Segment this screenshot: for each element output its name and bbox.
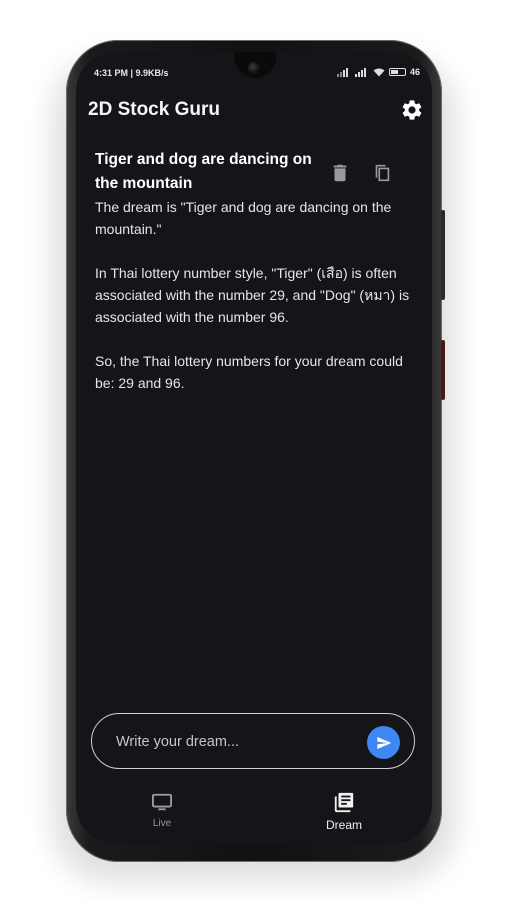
nav-item-dream[interactable]: Dream <box>294 790 394 832</box>
interpretation-paragraph: So, the Thai lottery numbers for your dr… <box>95 353 407 391</box>
card-actions <box>315 162 415 188</box>
signal-icon <box>354 67 366 77</box>
power-key <box>441 340 445 400</box>
bottom-navigation: Live Dream <box>76 790 432 838</box>
interpretation-paragraph: The dream is "Tiger and dog are dancing … <box>95 199 396 237</box>
delete-button[interactable] <box>329 162 351 184</box>
nav-label-dream: Dream <box>325 818 362 832</box>
trash-icon <box>333 164 347 182</box>
dream-title: Tiger and dog are dancing on the mountai… <box>95 151 312 192</box>
status-icons: 46 <box>336 67 420 77</box>
signal-icon <box>336 67 348 77</box>
dream-result-card: Tiger and dog are dancing on the mountai… <box>95 150 415 394</box>
app-title: 2D Stock Guru <box>88 99 220 120</box>
tv-icon <box>152 793 172 811</box>
wifi-icon <box>373 68 385 76</box>
battery-percent: 46 <box>409 67 420 77</box>
status-time: 4:31 PM | 9.9KB/s <box>94 68 169 78</box>
nav-item-live[interactable]: Live <box>112 790 212 829</box>
interpretation-paragraph: In Thai lottery number style, "Tiger" (เ… <box>95 265 413 325</box>
gear-icon <box>402 100 422 120</box>
send-button[interactable] <box>367 726 400 759</box>
dream-input[interactable] <box>114 727 358 757</box>
app-screen: 4:31 PM | 9.9KB/s 46 2D Stock Guru Tiger… <box>76 52 432 844</box>
app-bar: 2D Stock Guru <box>76 90 432 130</box>
copy-button[interactable] <box>371 162 393 184</box>
dream-composer <box>91 713 415 769</box>
send-icon <box>376 736 391 749</box>
nav-label-live: Live <box>152 818 172 829</box>
dream-interpretation: The dream is "Tiger and dog are dancing … <box>95 196 413 394</box>
volume-key <box>441 210 445 300</box>
copy-icon <box>375 164 390 182</box>
status-bar: 4:31 PM | 9.9KB/s 46 <box>76 66 432 82</box>
settings-button[interactable] <box>400 98 424 122</box>
battery-icon <box>388 68 406 76</box>
news-icon <box>334 792 354 813</box>
